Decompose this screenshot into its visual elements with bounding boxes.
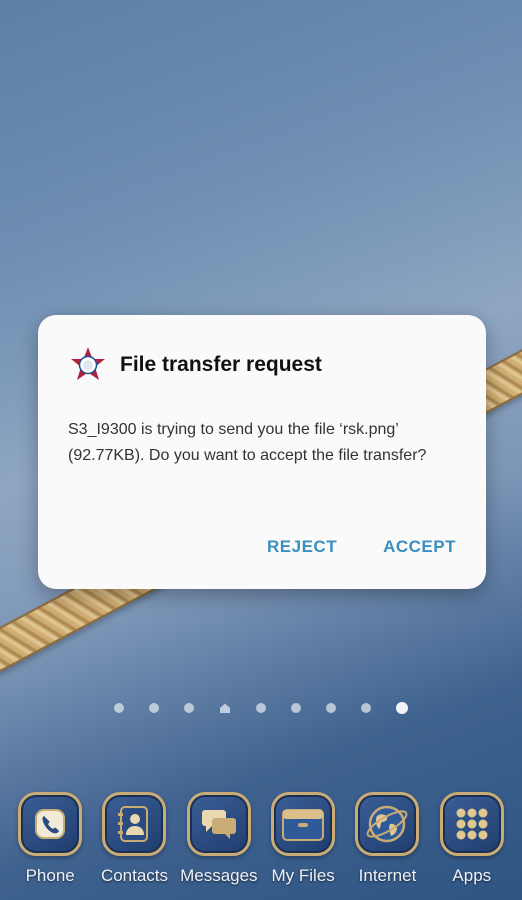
dock-item-my-files[interactable]: My Files (261, 792, 345, 886)
apps-grid-icon[interactable] (439, 792, 504, 856)
dock-item-apps[interactable]: Apps (430, 792, 514, 886)
dock-label: Phone (25, 866, 75, 885)
dock-item-phone[interactable]: Phone (8, 792, 92, 886)
messages-icon[interactable] (186, 792, 251, 856)
dock: Phone Contacts Messages My Files Interne… (0, 792, 522, 886)
dialog-header: File transfer request (68, 345, 322, 385)
dock-label: Messages (180, 866, 258, 885)
dialog-title: File transfer request (120, 353, 322, 376)
dock-label: Apps (452, 866, 492, 885)
file-transfer-dialog: File transfer request S3_I9300 is trying… (38, 315, 486, 589)
page-dot[interactable] (149, 703, 159, 713)
dialog-actions: REJECT ACCEPT (267, 537, 456, 557)
page-indicator[interactable] (0, 702, 522, 714)
page-dot[interactable] (256, 703, 266, 713)
page-dot[interactable] (291, 703, 301, 713)
page-dot[interactable] (361, 703, 371, 713)
dock-label: Contacts (100, 866, 169, 885)
dock-item-contacts[interactable]: Contacts (92, 792, 176, 886)
page-dot[interactable] (184, 703, 194, 713)
home-page-icon[interactable] (219, 702, 231, 714)
accept-button[interactable]: ACCEPT (383, 537, 456, 557)
page-dot[interactable] (114, 703, 124, 713)
dock-label: My Files (271, 866, 335, 885)
dock-label: Internet (358, 866, 417, 885)
dialog-message: S3_I9300 is trying to send you the file … (68, 421, 427, 464)
dock-item-messages[interactable]: Messages (177, 792, 261, 886)
dock-item-internet[interactable]: Internet (345, 792, 429, 886)
folder-icon[interactable] (271, 792, 336, 856)
page-dot[interactable] (326, 703, 336, 713)
reject-button[interactable]: REJECT (267, 537, 337, 557)
contacts-icon[interactable] (102, 792, 167, 856)
star-logo-icon (71, 347, 105, 380)
globe-icon[interactable] (355, 792, 420, 856)
page-dot-active[interactable] (396, 702, 408, 714)
phone-icon[interactable] (18, 792, 83, 856)
